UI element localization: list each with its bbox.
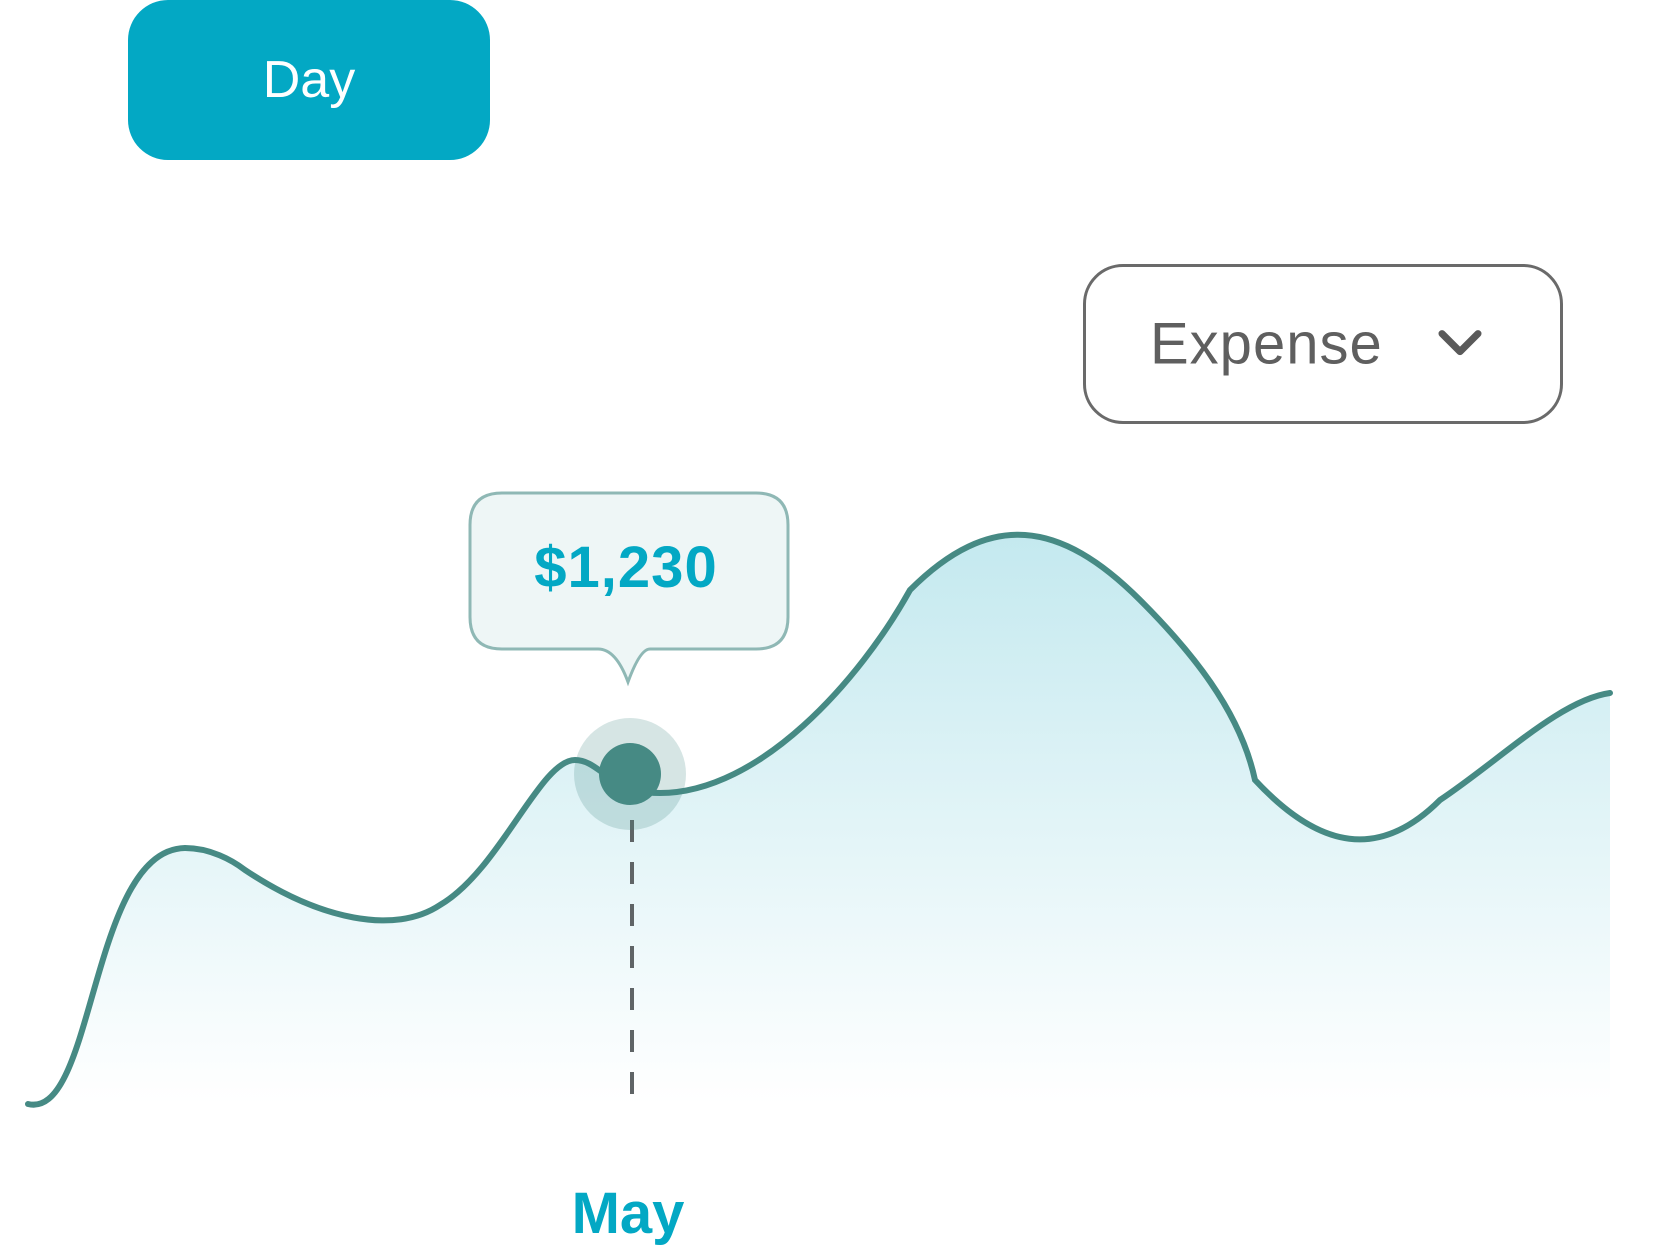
day-period-button[interactable]: Day <box>128 0 490 160</box>
value-tooltip: $1,230 <box>466 490 786 648</box>
expense-dropdown[interactable]: Expense <box>1083 264 1563 424</box>
chart-line <box>25 531 1613 1108</box>
x-axis-selected-label: May <box>571 1181 685 1246</box>
chart-area-fill-main <box>28 534 1610 1105</box>
selected-point-halo <box>574 718 686 830</box>
selected-point-marker[interactable] <box>599 743 661 805</box>
area-chart <box>25 491 1613 1110</box>
tooltip-value: $1,230 <box>534 535 718 600</box>
expense-dropdown-label: Expense <box>1150 311 1383 377</box>
chevron-down-icon <box>1438 330 1482 356</box>
